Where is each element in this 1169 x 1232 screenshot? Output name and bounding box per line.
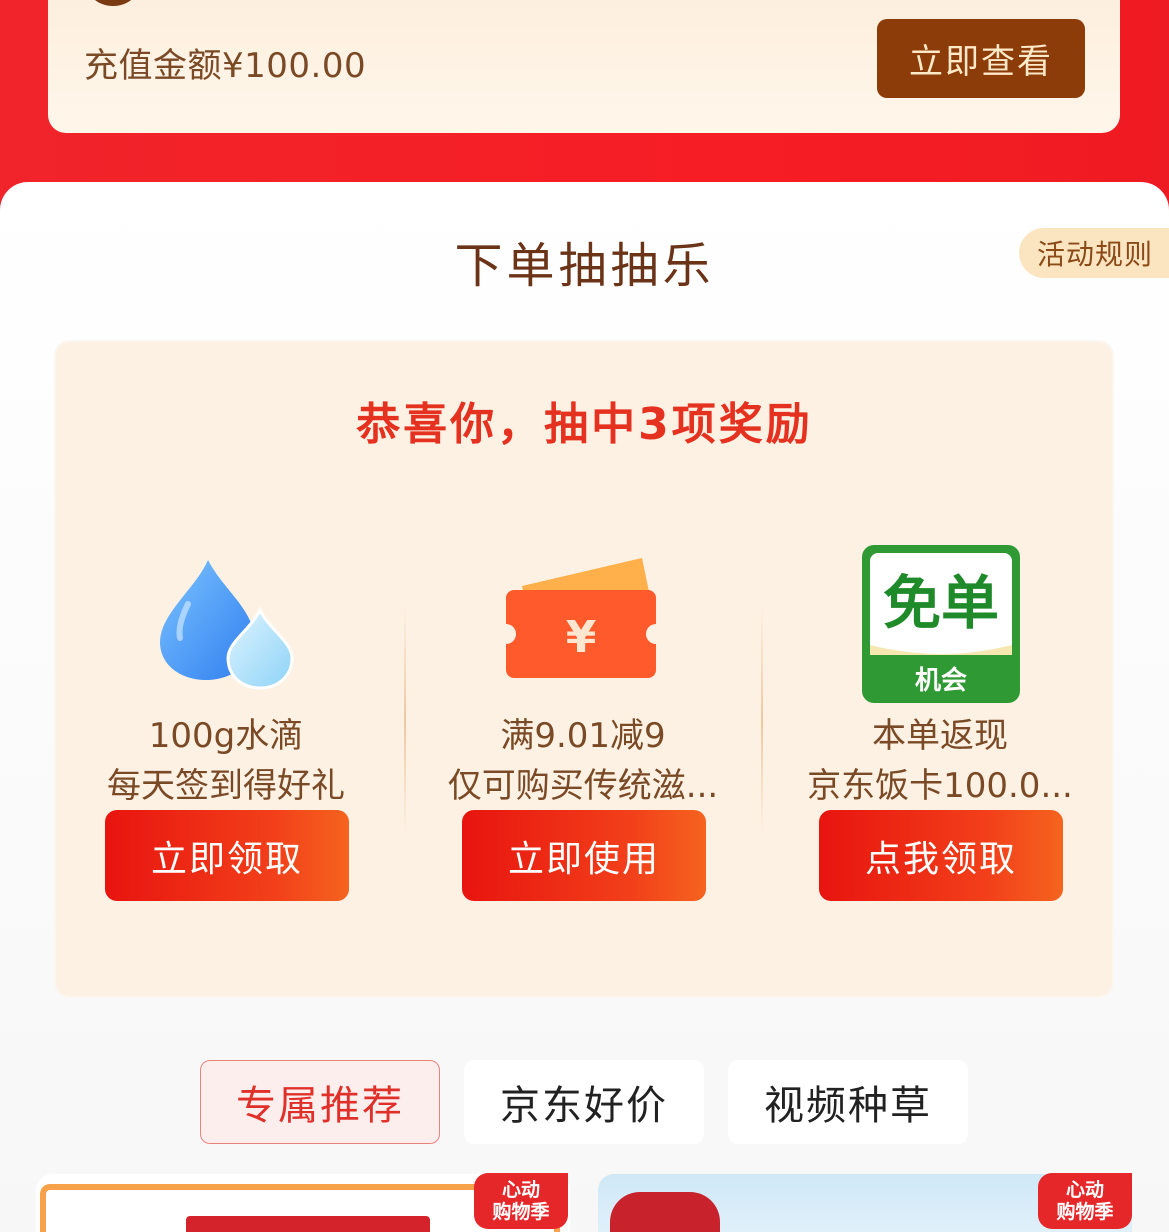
activity-rules-button[interactable]: 活动规则 (1019, 228, 1169, 278)
use-now-button[interactable]: 立即使用 (462, 810, 706, 901)
tab-video-grass[interactable]: 视频种草 (728, 1060, 968, 1144)
coupon-icon: ¥ (496, 556, 666, 688)
claim-click-button[interactable]: 点我领取 (819, 810, 1063, 901)
section-title: 下单抽抽乐 (454, 238, 715, 294)
badge-line1: 心动 (1065, 1179, 1104, 1201)
prize-divider (761, 608, 763, 834)
prize-subtitle: 京东饭卡100.0... (807, 766, 1073, 806)
product-brand-banner (186, 1216, 430, 1232)
free-order-label: 免单 (883, 569, 999, 637)
prize-title: 本单返现 (872, 716, 1008, 756)
tab-exclusive-recommend[interactable]: 专属推荐 (200, 1060, 440, 1144)
congrats-text: 恭喜你，抽中3项奖励 (356, 399, 813, 450)
prize-subtitle: 仅可购买传统滋... (447, 766, 719, 806)
coupon-symbol: ¥ (566, 612, 597, 663)
prize-title: 满9.01减9 (500, 716, 666, 756)
badge-line2: 购物季 (1056, 1201, 1114, 1223)
water-drop-icon (156, 558, 296, 694)
nestle-logo (610, 1192, 720, 1232)
prize-title: 100g水滴 (148, 716, 304, 756)
opportunity-label: 机会 (915, 666, 967, 696)
tab-jd-good-price[interactable]: 京东好价 (464, 1060, 704, 1144)
view-now-button[interactable]: 立即查看 (877, 19, 1085, 98)
badge-line2: 购物季 (492, 1201, 550, 1223)
badge-line1: 心动 (501, 1179, 540, 1201)
free-order-icon: 免单 机会 (860, 543, 1022, 709)
prize-subtitle: 每天签到得好礼 (107, 766, 345, 806)
shopping-season-badge: 心动 购物季 (1038, 1173, 1132, 1229)
claim-now-button[interactable]: 立即领取 (105, 810, 349, 901)
prize-divider (404, 608, 406, 834)
shopping-season-badge: 心动 购物季 (474, 1173, 568, 1229)
recharge-amount: 充值金额¥100.00 (84, 46, 367, 86)
